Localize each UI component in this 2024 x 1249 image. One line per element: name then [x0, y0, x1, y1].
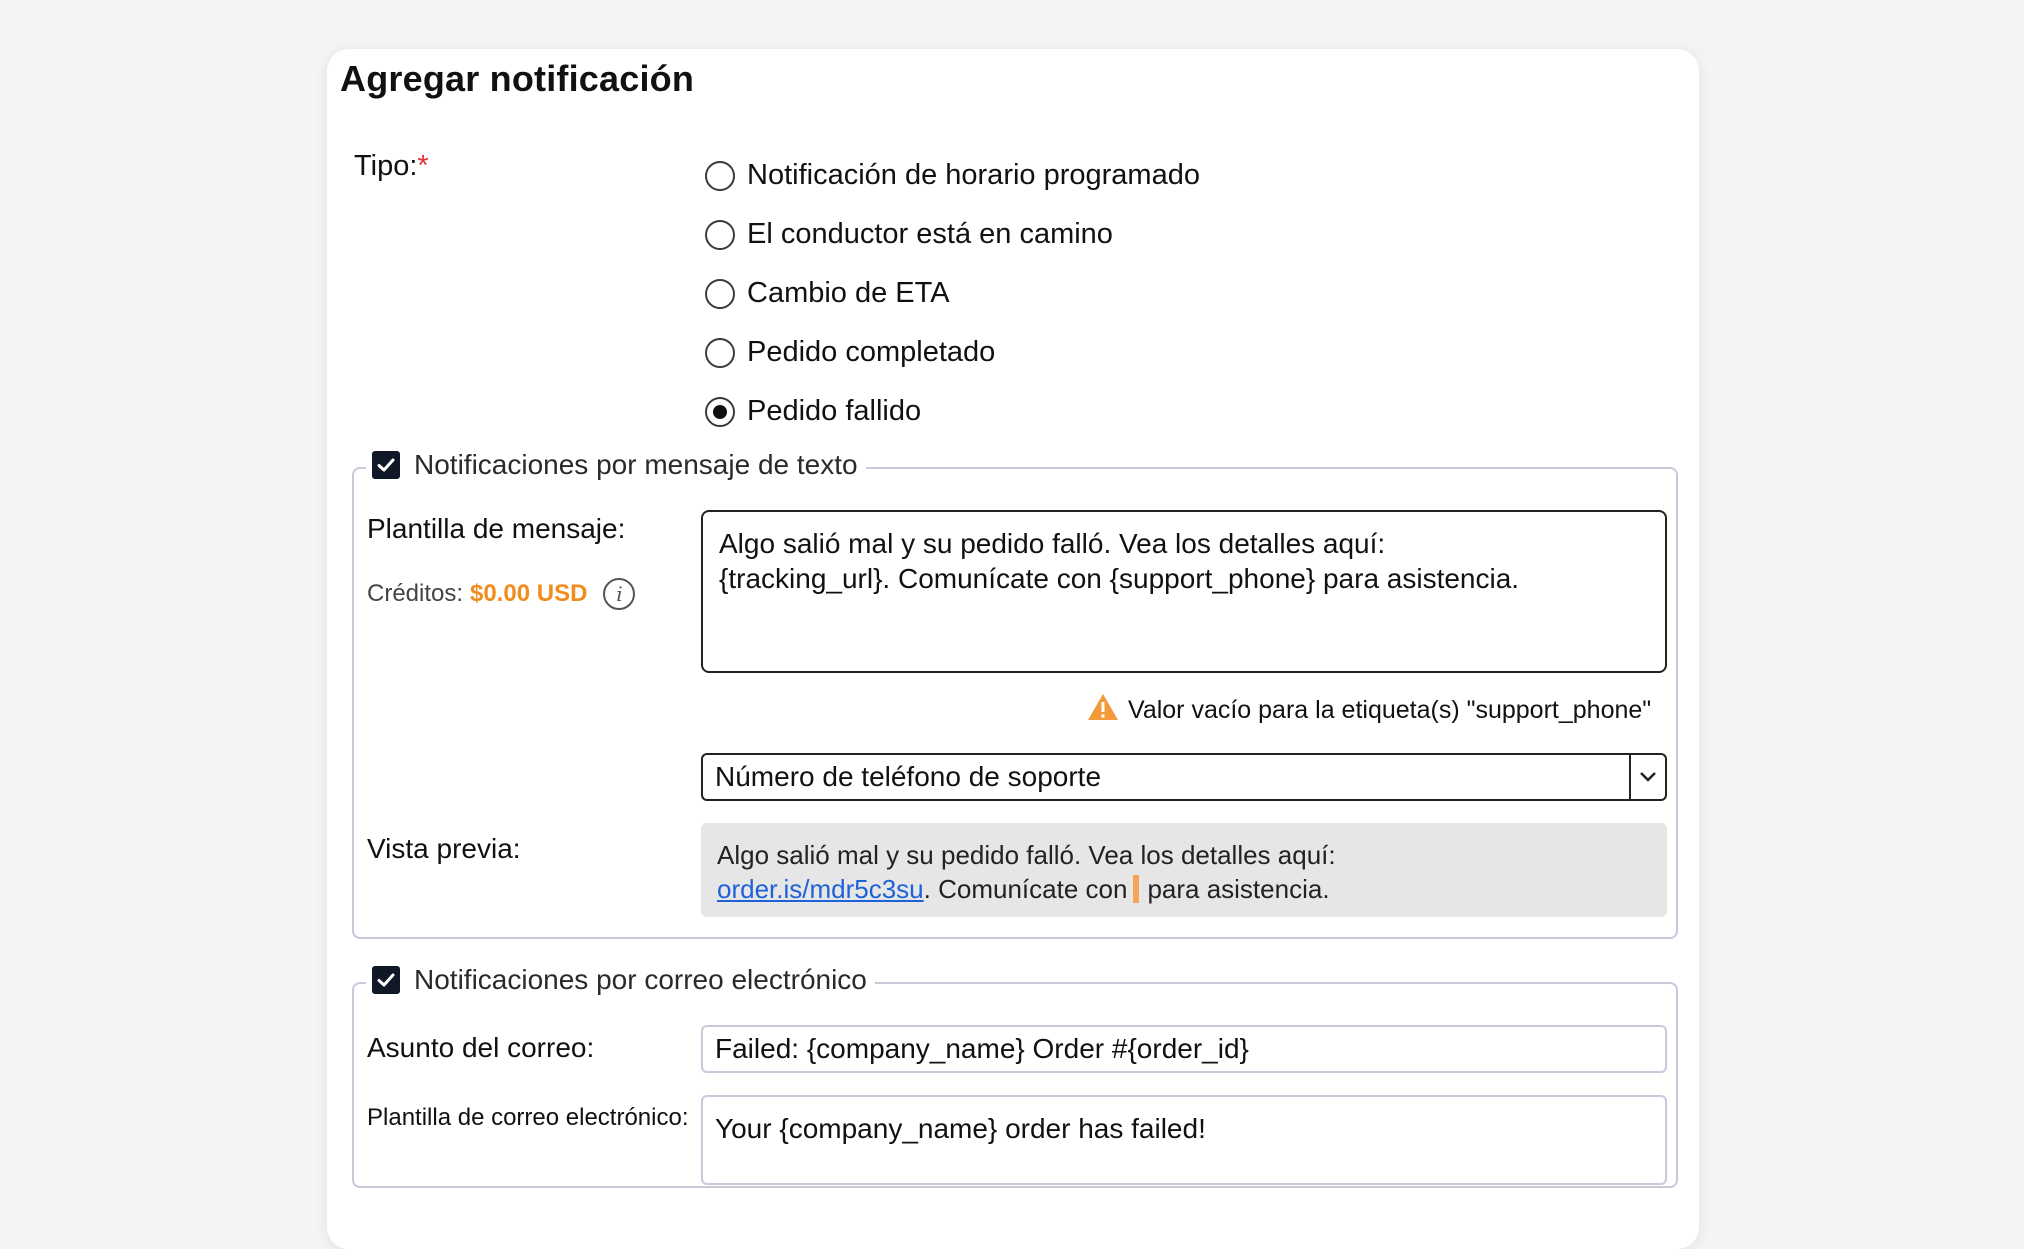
credits-label: Créditos:	[367, 580, 464, 607]
chevron-down-icon[interactable]	[1629, 755, 1665, 799]
warning-icon	[1086, 692, 1120, 729]
radio-scheduled-time[interactable]: Notificación de horario programado	[705, 146, 1200, 205]
dialog-title: Agregar notificación	[340, 58, 695, 99]
sms-legend-label: Notificaciones por mensaje de texto	[414, 449, 858, 480]
empty-tag-warning: Valor vacío para la etiqueta(s) "support…	[1086, 692, 1651, 729]
radio-eta-change[interactable]: Cambio de ETA	[705, 264, 1200, 323]
check-icon	[377, 458, 395, 472]
message-template-label: Plantilla de mensaje:	[367, 513, 626, 544]
type-label-text: Tipo:	[354, 150, 418, 182]
radio-button[interactable]	[705, 278, 735, 309]
template-line-2: {tracking_url}. Comunícate con {support_…	[719, 563, 1520, 594]
preview-label: Vista previa:	[367, 833, 521, 864]
info-icon[interactable]: i	[603, 578, 636, 610]
email-legend: Notificaciones por correo electrónico	[366, 964, 875, 996]
type-radio-group: Notificación de horario programado El co…	[705, 146, 1200, 441]
type-label: Tipo:*	[354, 150, 429, 183]
message-template-textarea[interactable]: Algo salió mal y su pedido falló. Vea lo…	[701, 510, 1667, 673]
email-enable-checkbox[interactable]	[372, 966, 400, 994]
radio-button[interactable]	[705, 219, 735, 250]
email-legend-label: Notificaciones por correo electrónico	[414, 964, 867, 995]
radio-label: El conductor está en camino	[747, 218, 1113, 250]
radio-label: Notificación de horario programado	[747, 159, 1200, 191]
radio-order-completed[interactable]: Pedido completado	[705, 323, 1200, 382]
sms-legend: Notificaciones por mensaje de texto	[366, 449, 866, 481]
preview-line-2: order.is/mdr5c3su. Comunícate con para as…	[717, 872, 1651, 906]
radio-label: Pedido fallido	[747, 395, 922, 427]
email-template-textarea[interactable]: Your {company_name} order has failed!	[701, 1095, 1667, 1185]
email-subject-label: Asunto del correo:	[367, 1032, 595, 1063]
message-preview: Algo salió mal y su pedido falló. Vea lo…	[701, 823, 1667, 917]
sms-enable-checkbox[interactable]	[372, 451, 400, 479]
radio-driver-on-way[interactable]: El conductor está en camino	[705, 205, 1200, 264]
check-icon	[377, 973, 395, 987]
template-line-1: Algo salió mal y su pedido falló. Vea lo…	[719, 528, 1386, 559]
radio-button-selected[interactable]	[705, 396, 735, 427]
radio-order-failed[interactable]: Pedido fallido	[705, 382, 1200, 441]
preview-end-text: para asistencia.	[1147, 874, 1330, 904]
radio-button[interactable]	[705, 337, 735, 368]
preview-middle-text: . Comunícate con	[923, 874, 1128, 904]
tracking-link[interactable]: order.is/mdr5c3su	[717, 874, 924, 904]
tag-select-value: Número de teléfono de soporte	[715, 761, 1102, 792]
credits-amount: $0.00 USD	[470, 580, 588, 607]
email-template-label: Plantilla de correo electrónico:	[367, 1104, 689, 1131]
preview-line-1: Algo salió mal y su pedido falló. Vea lo…	[717, 840, 1336, 870]
tag-select[interactable]: Número de teléfono de soporte	[701, 753, 1667, 801]
warning-text: Valor vacío para la etiqueta(s) "support…	[1128, 696, 1652, 724]
radio-label: Pedido completado	[747, 336, 996, 368]
empty-tag-marker	[1133, 875, 1140, 903]
radio-button[interactable]	[705, 160, 735, 191]
email-subject-input[interactable]: Failed: {company_name} Order #{order_id}	[701, 1025, 1667, 1073]
required-mark: *	[417, 150, 429, 182]
credits-display: Créditos: $0.00 USD i	[367, 578, 636, 610]
radio-label: Cambio de ETA	[747, 277, 950, 309]
